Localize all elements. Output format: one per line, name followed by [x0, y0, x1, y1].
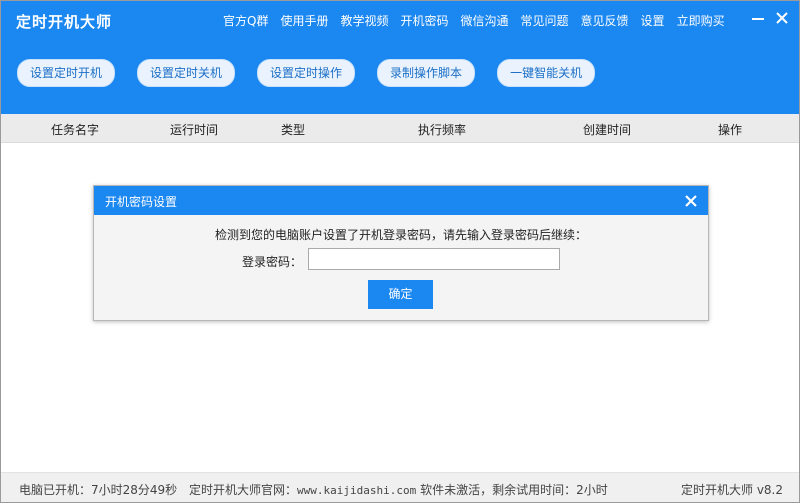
close-icon[interactable]: [773, 9, 791, 27]
confirm-button[interactable]: 确定: [368, 280, 433, 309]
header: 定时开机大师 官方Q群 使用手册 教学视频 开机密码 微信沟通 常见问题 意见反…: [1, 1, 799, 114]
close-icon[interactable]: [684, 194, 698, 208]
minimize-icon[interactable]: [749, 9, 767, 27]
table-header: 任务名字 运行时间 类型 执行频率 创建时间 操作: [1, 114, 799, 143]
trial-text: 软件未激活，剩余试用时间：2小时: [420, 483, 608, 497]
column-header-run-time: 运行时间: [170, 123, 219, 137]
version-text: 定时开机大师 v8.2: [681, 483, 784, 497]
top-nav: 官方Q群 使用手册 教学视频 开机密码 微信沟通 常见问题 意见反馈 设置 立即…: [223, 12, 737, 29]
nav-item-video[interactable]: 教学视频: [340, 12, 388, 29]
website-info: 定时开机大师官网：www.kaijidashi.com 软件未激活，剩余试用时间…: [189, 481, 608, 498]
uptime-text: 电脑已开机：7小时28分49秒: [19, 483, 178, 497]
set-scheduled-action-button[interactable]: 设置定时操作: [257, 59, 356, 87]
nav-item-faq[interactable]: 常见问题: [521, 12, 569, 29]
nav-item-settings[interactable]: 设置: [641, 12, 665, 29]
nav-item-boot-password[interactable]: 开机密码: [400, 12, 448, 29]
website-link[interactable]: www.kaijidashi.com: [297, 484, 416, 497]
password-input[interactable]: [308, 248, 560, 270]
app-title: 定时开机大师: [16, 13, 113, 31]
nav-item-manual[interactable]: 使用手册: [280, 12, 328, 29]
column-header-type: 类型: [281, 123, 306, 137]
dialog-title: 开机密码设置: [105, 195, 178, 209]
dialog-title-bar: 开机密码设置: [94, 186, 708, 215]
nav-item-wechat[interactable]: 微信沟通: [461, 12, 509, 29]
set-scheduled-shutdown-button[interactable]: 设置定时关机: [137, 59, 236, 87]
column-header-actions: 操作: [718, 123, 743, 137]
toolbar: 设置定时开机 设置定时关机 设置定时操作 录制操作脚本 一键智能关机: [17, 59, 617, 87]
nav-item-buy[interactable]: 立即购买: [677, 12, 725, 29]
smart-shutdown-button[interactable]: 一键智能关机: [497, 59, 596, 87]
boot-password-dialog: 开机密码设置 检测到您的电脑账户设置了开机登录密码，请先输入登录密码后继续： 登…: [93, 185, 709, 321]
set-scheduled-boot-button[interactable]: 设置定时开机: [17, 59, 116, 87]
nav-item-qq-group[interactable]: 官方Q群: [223, 12, 268, 29]
status-bar: 电脑已开机：7小时28分49秒 定时开机大师官网：www.kaijidashi.…: [1, 472, 799, 502]
password-label: 登录密码：: [242, 255, 303, 269]
column-header-frequency: 执行频率: [418, 123, 467, 137]
nav-item-feedback[interactable]: 意见反馈: [581, 12, 629, 29]
column-header-task-name: 任务名字: [51, 123, 100, 137]
main-window: 定时开机大师 官方Q群 使用手册 教学视频 开机密码 微信沟通 常见问题 意见反…: [0, 0, 800, 503]
column-header-created-time: 创建时间: [583, 123, 632, 137]
website-prefix: 定时开机大师官网：: [189, 483, 298, 497]
dialog-message: 检测到您的电脑账户设置了开机登录密码，请先输入登录密码后继续：: [214, 228, 587, 242]
record-script-button[interactable]: 录制操作脚本: [377, 59, 476, 87]
